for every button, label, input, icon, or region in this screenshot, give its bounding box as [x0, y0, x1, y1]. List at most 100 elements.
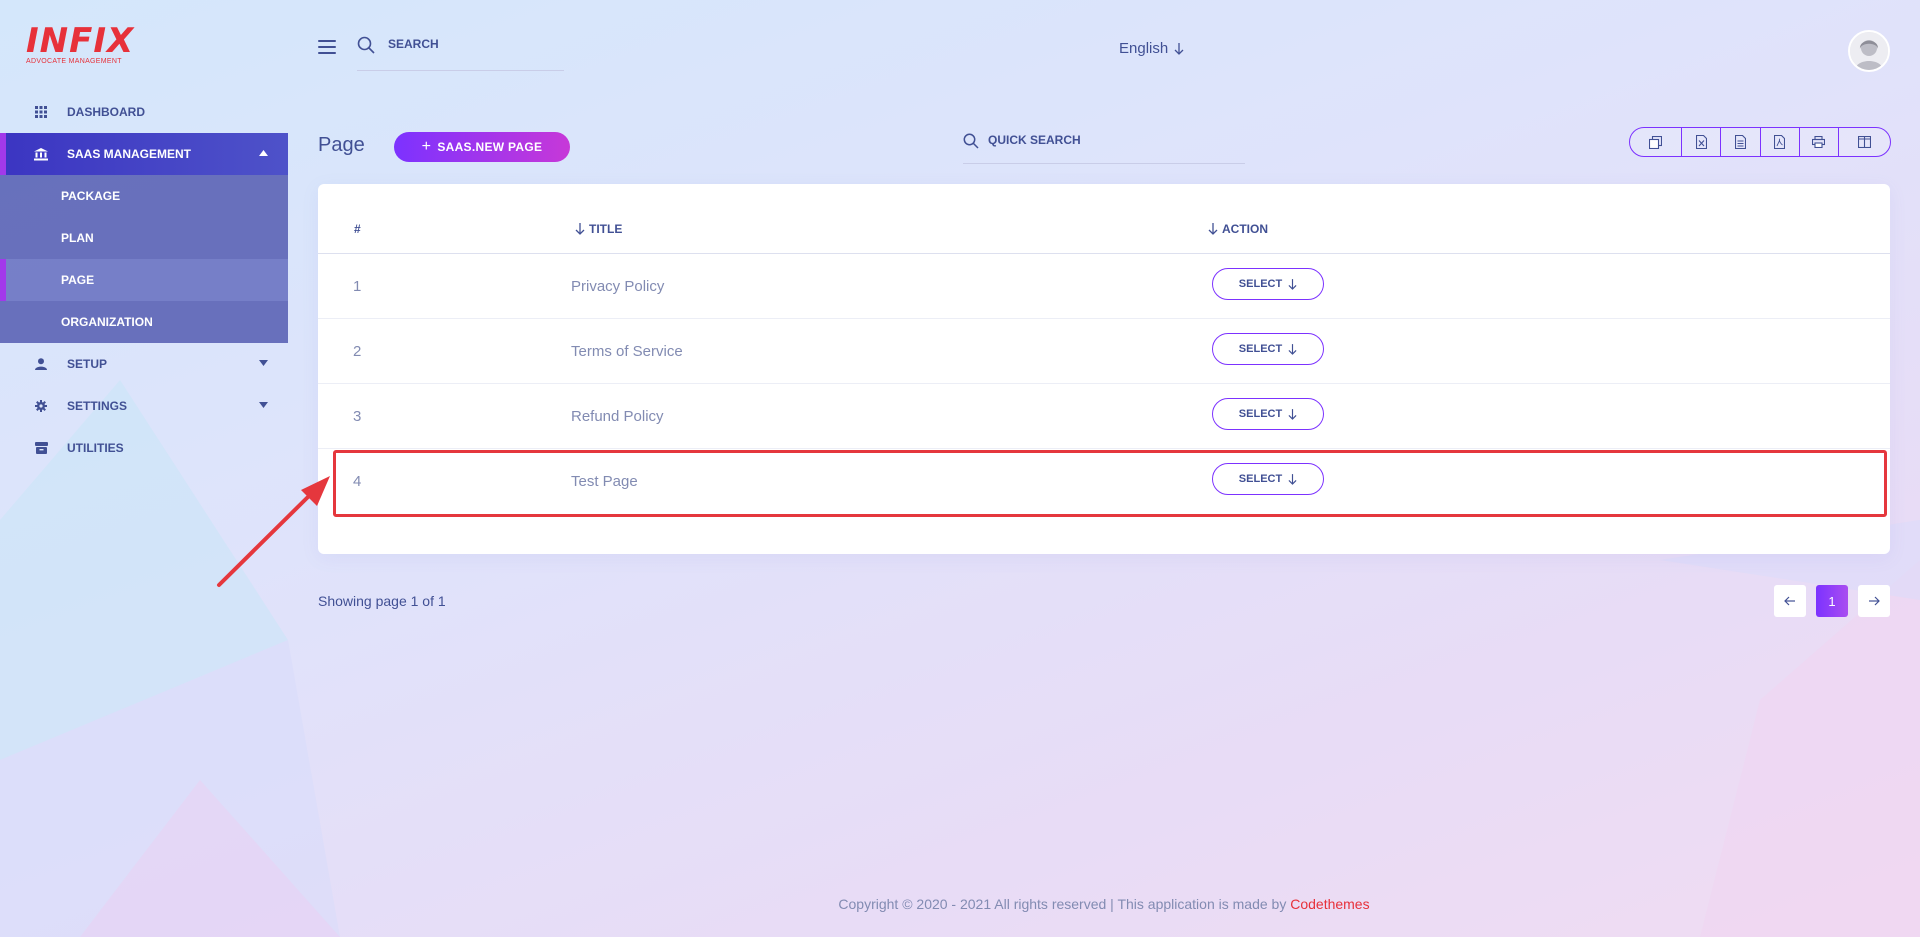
sidebar-item-label: SAAS MANAGEMENT: [67, 147, 192, 161]
bank-icon: [34, 147, 48, 161]
sort-arrow-down-icon: [1208, 223, 1218, 235]
select-action-label: SELECT: [1238, 278, 1283, 290]
logo-text: INFIX: [26, 21, 135, 61]
excel-icon: [1695, 135, 1707, 149]
columns-icon: [1857, 136, 1871, 148]
sidebar-item-settings[interactable]: SETTINGS: [0, 385, 288, 427]
row-title: Test Page: [571, 473, 638, 490]
select-action-label: SELECT: [1238, 343, 1283, 355]
row-number: 1: [353, 278, 362, 295]
arrow-left-icon: [1784, 596, 1795, 606]
hamburger-line: [318, 40, 336, 42]
arrow-down-icon: [1288, 343, 1297, 355]
sidebar-item-plan[interactable]: PLAN: [0, 217, 288, 259]
app-logo[interactable]: INFIX ADVOCATE MANAGEMENT: [26, 21, 135, 68]
sidebar-item-label: ORGANIZATION: [61, 315, 153, 329]
search-icon: [963, 133, 979, 149]
row-title: Terms of Service: [571, 343, 683, 360]
language-label: English: [1119, 40, 1169, 57]
sidebar-item-utilities[interactable]: UTILITIES: [0, 427, 288, 469]
quick-search-input[interactable]: [988, 130, 1228, 150]
column-header-number[interactable]: #: [354, 222, 361, 236]
sidebar-item-organization[interactable]: ORGANIZATION: [0, 301, 288, 343]
chevron-down-icon: [259, 360, 268, 366]
grid-icon: [34, 105, 48, 119]
print-icon: [1812, 136, 1826, 148]
column-header-action[interactable]: ACTION: [1208, 222, 1268, 236]
export-toolbar: [1629, 127, 1891, 157]
csv-icon: [1734, 135, 1746, 149]
search-icon: [357, 36, 375, 54]
sidebar-item-label: PAGE: [61, 273, 95, 287]
arrow-right-icon: [1869, 596, 1880, 606]
sidebar-item-label: DASHBOARD: [67, 105, 145, 119]
column-header-label: TITLE: [589, 222, 623, 236]
column-header-label: #: [354, 222, 361, 236]
sidebar-item-setup[interactable]: SETUP: [0, 343, 288, 385]
archive-icon: [34, 441, 48, 455]
sidebar-item-dashboard[interactable]: DASHBOARD: [0, 91, 288, 133]
user-avatar[interactable]: [1848, 30, 1890, 72]
pagination-summary: Showing page 1 of 1: [318, 593, 446, 609]
select-action-label: SELECT: [1238, 473, 1283, 485]
pdf-button[interactable]: [1759, 128, 1799, 156]
csv-button[interactable]: [1720, 128, 1759, 156]
previous-page-button[interactable]: [1774, 585, 1806, 617]
copy-button[interactable]: [1630, 128, 1681, 156]
page-number-button[interactable]: 1: [1816, 585, 1848, 617]
language-selector[interactable]: English: [1119, 40, 1184, 57]
arrow-down-icon: [1288, 408, 1297, 420]
footer-brand-link[interactable]: Codethemes: [1290, 896, 1369, 912]
select-action-button[interactable]: SELECT: [1212, 333, 1324, 365]
sidebar-item-label: SETTINGS: [67, 399, 128, 413]
chevron-up-icon: [259, 150, 268, 156]
sort-arrow-down-icon: [575, 223, 585, 235]
sidebar-item-label: UTILITIES: [67, 441, 124, 455]
select-action-button[interactable]: SELECT: [1212, 398, 1324, 430]
table-row: 4 Test Page SELECT: [318, 449, 1890, 514]
sidebar-item-package[interactable]: PACKAGE: [0, 175, 288, 217]
saas-submenu: PACKAGE PLAN PAGE ORGANIZATION: [0, 175, 288, 343]
print-button[interactable]: [1798, 128, 1838, 156]
select-action-label: SELECT: [1238, 408, 1283, 420]
logo-subtitle: ADVOCATE MANAGEMENT: [26, 58, 122, 65]
next-page-button[interactable]: [1858, 585, 1890, 617]
arrow-down-icon: [1174, 42, 1184, 55]
search-input[interactable]: [388, 34, 548, 54]
arrow-down-icon: [1288, 473, 1297, 485]
column-header-title[interactable]: TITLE: [575, 222, 622, 236]
footer-copyright: Copyright © 2020 - 2021 All rights reser…: [288, 896, 1920, 912]
arrow-down-icon: [1288, 278, 1297, 290]
copy-icon: [1649, 135, 1663, 149]
select-action-button[interactable]: SELECT: [1212, 463, 1324, 495]
quick-search: [963, 130, 1245, 164]
plus-icon: +: [421, 138, 432, 155]
hamburger-line: [318, 52, 336, 54]
columns-button[interactable]: [1837, 128, 1890, 156]
sidebar-item-saas-management[interactable]: SAAS MANAGEMENT: [0, 133, 288, 175]
sidebar-item-label: SETUP: [67, 357, 108, 371]
row-title: Refund Policy: [571, 408, 664, 425]
sidebar-item-label: PLAN: [61, 231, 94, 245]
new-page-button-label: SAAS.NEW PAGE: [437, 140, 543, 154]
row-title: Privacy Policy: [571, 278, 665, 295]
page-title: Page: [318, 134, 365, 156]
hamburger-line: [318, 46, 336, 48]
table-row: 3 Refund Policy SELECT: [318, 384, 1890, 449]
excel-button[interactable]: [1681, 128, 1720, 156]
menu-toggle-button[interactable]: [318, 40, 336, 56]
row-number: 4: [353, 473, 362, 490]
user-silhouette-icon: [1850, 32, 1888, 70]
chevron-down-icon: [259, 402, 268, 408]
row-number: 2: [353, 343, 362, 360]
column-header-label: ACTION: [1222, 222, 1268, 236]
copyright-text: Copyright © 2020 - 2021 All rights reser…: [838, 896, 1291, 912]
pages-table: # TITLE ACTION 1 Privacy Policy SELECT 2…: [318, 184, 1890, 554]
sidebar-item-page[interactable]: PAGE: [0, 259, 288, 301]
global-search: [357, 34, 564, 71]
select-action-button[interactable]: SELECT: [1212, 268, 1324, 300]
gear-icon: [34, 399, 48, 413]
sidebar: INFIX ADVOCATE MANAGEMENT DASHBOARD SAAS…: [0, 0, 288, 937]
row-number: 3: [353, 408, 362, 425]
new-page-button[interactable]: + SAAS.NEW PAGE: [394, 132, 570, 162]
